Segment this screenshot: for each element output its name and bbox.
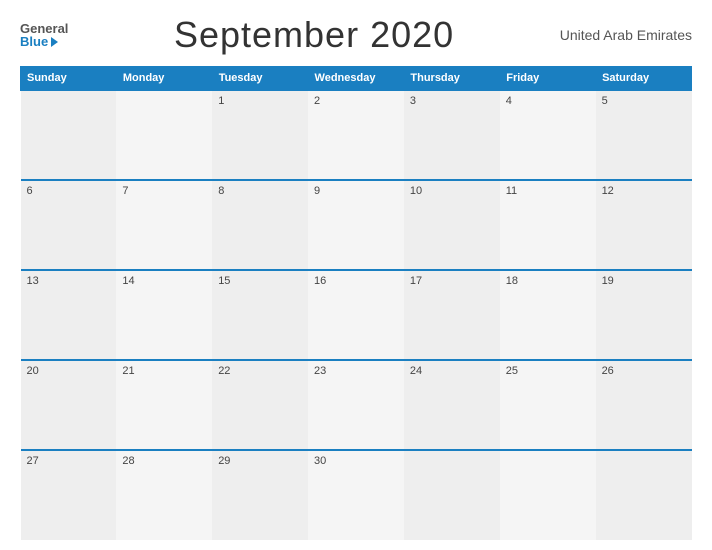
calendar-cell: 5: [596, 90, 692, 180]
day-number: 6: [27, 185, 33, 197]
logo: General Blue: [20, 22, 68, 48]
calendar-cell: 15: [212, 270, 308, 360]
calendar-cell: 6: [21, 180, 117, 270]
day-number: 19: [602, 275, 614, 287]
calendar-table: SundayMondayTuesdayWednesdayThursdayFrid…: [20, 66, 692, 540]
calendar-cell: 26: [596, 360, 692, 450]
day-number: 13: [27, 275, 39, 287]
week-row-2: 13 14 15 16 17 18 19: [21, 270, 692, 360]
calendar-cell: 30: [308, 450, 404, 540]
day-number: 11: [506, 185, 517, 197]
calendar-cell: 4: [500, 90, 596, 180]
calendar-cell: [500, 450, 596, 540]
day-number: 4: [506, 95, 512, 107]
calendar-cell: 27: [21, 450, 117, 540]
weekday-tuesday: Tuesday: [212, 67, 308, 91]
calendar-header-row: SundayMondayTuesdayWednesdayThursdayFrid…: [21, 67, 692, 91]
week-row-3: 20 21 22 23 24 25 26: [21, 360, 692, 450]
calendar-cell: 1: [212, 90, 308, 180]
day-number: 30: [314, 455, 326, 467]
calendar-cell: 10: [404, 180, 500, 270]
day-number: 21: [122, 365, 134, 377]
day-number: 8: [218, 185, 224, 197]
calendar-cell: 17: [404, 270, 500, 360]
month-title: September 2020: [174, 14, 454, 56]
weekday-sunday: Sunday: [21, 67, 117, 91]
day-number: 2: [314, 95, 320, 107]
calendar-cell: 9: [308, 180, 404, 270]
day-number: 25: [506, 365, 518, 377]
weekday-header-row: SundayMondayTuesdayWednesdayThursdayFrid…: [21, 67, 692, 91]
weekday-wednesday: Wednesday: [308, 67, 404, 91]
day-number: 9: [314, 185, 320, 197]
day-number: 5: [602, 95, 608, 107]
calendar-cell: 2: [308, 90, 404, 180]
logo-triangle-icon: [51, 37, 58, 47]
day-number: 7: [122, 185, 128, 197]
calendar-cell: 29: [212, 450, 308, 540]
calendar-cell: 23: [308, 360, 404, 450]
country-label: United Arab Emirates: [560, 27, 692, 43]
day-number: 1: [218, 95, 224, 107]
week-row-1: 6 7 8 9 10 11 12: [21, 180, 692, 270]
calendar-cell: 7: [116, 180, 212, 270]
weekday-saturday: Saturday: [596, 67, 692, 91]
calendar-cell: [116, 90, 212, 180]
calendar-cell: 19: [596, 270, 692, 360]
day-number: 3: [410, 95, 416, 107]
calendar-cell: 16: [308, 270, 404, 360]
calendar-cell: [404, 450, 500, 540]
calendar-cell: [21, 90, 117, 180]
calendar-cell: 28: [116, 450, 212, 540]
day-number: 26: [602, 365, 614, 377]
week-row-0: 1 2 3 4 5: [21, 90, 692, 180]
calendar-cell: 3: [404, 90, 500, 180]
calendar-cell: 22: [212, 360, 308, 450]
week-row-4: 27 28 29 30: [21, 450, 692, 540]
day-number: 22: [218, 365, 230, 377]
calendar-cell: 21: [116, 360, 212, 450]
day-number: 20: [27, 365, 39, 377]
calendar-cell: 14: [116, 270, 212, 360]
calendar-cell: 25: [500, 360, 596, 450]
day-number: 14: [122, 275, 134, 287]
calendar-cell: 20: [21, 360, 117, 450]
calendar-cell: 18: [500, 270, 596, 360]
calendar-cell: 12: [596, 180, 692, 270]
calendar-header: General Blue September 2020 United Arab …: [20, 10, 692, 60]
logo-blue-text: Blue: [20, 35, 48, 48]
day-number: 17: [410, 275, 422, 287]
day-number: 10: [410, 185, 422, 197]
calendar-cell: [596, 450, 692, 540]
day-number: 24: [410, 365, 422, 377]
day-number: 28: [122, 455, 134, 467]
calendar-cell: 24: [404, 360, 500, 450]
day-number: 23: [314, 365, 326, 377]
day-number: 29: [218, 455, 230, 467]
day-number: 27: [27, 455, 39, 467]
calendar-cell: 8: [212, 180, 308, 270]
logo-blue-row: Blue: [20, 35, 58, 48]
day-number: 16: [314, 275, 326, 287]
day-number: 18: [506, 275, 518, 287]
calendar-cell: 13: [21, 270, 117, 360]
weekday-friday: Friday: [500, 67, 596, 91]
calendar-cell: 11: [500, 180, 596, 270]
day-number: 12: [602, 185, 614, 197]
weekday-monday: Monday: [116, 67, 212, 91]
day-number: 15: [218, 275, 230, 287]
calendar-body: 1234567891011121314151617181920212223242…: [21, 90, 692, 540]
weekday-thursday: Thursday: [404, 67, 500, 91]
